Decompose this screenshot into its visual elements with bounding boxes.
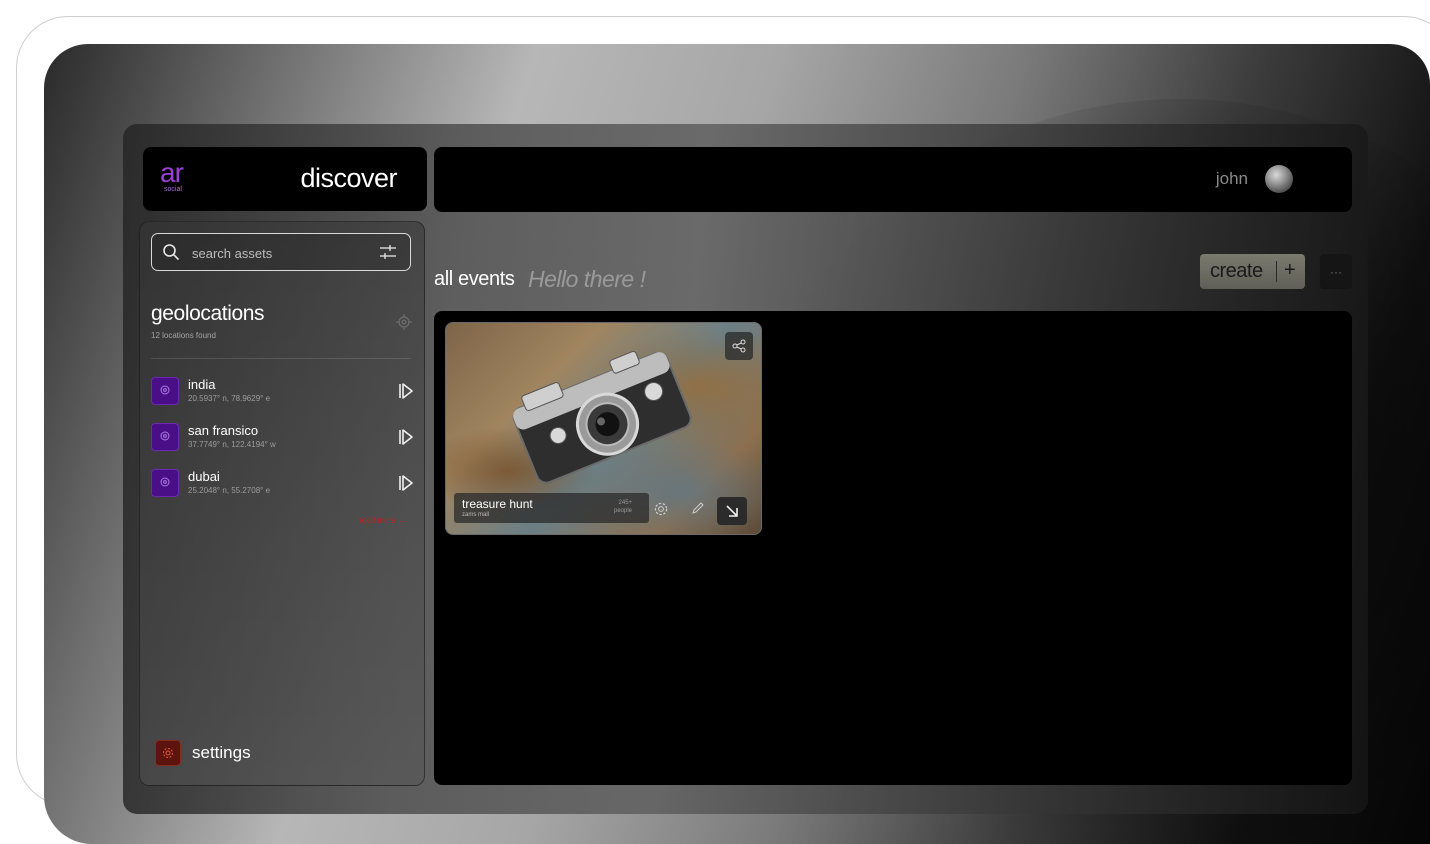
greeting-text: Hello there !	[528, 266, 646, 292]
settings-button[interactable]: settings	[155, 740, 355, 768]
map-pin-icon	[160, 385, 170, 395]
location-coords: 20.5937° n, 78.9629° e	[188, 394, 271, 403]
location-coords: 37.7749° n, 122.4194° w	[188, 440, 276, 449]
open-event-button[interactable]	[717, 497, 747, 525]
load-more-link[interactable]: load more →	[360, 516, 406, 525]
create-button[interactable]: create +	[1200, 254, 1305, 289]
play-icon[interactable]	[398, 382, 414, 400]
events-heading: all events	[434, 268, 515, 290]
event-location: zams mall	[462, 512, 490, 518]
user-name[interactable]: john	[1216, 169, 1248, 189]
play-icon[interactable]	[398, 428, 414, 446]
more-options-button[interactable]: ···	[1320, 254, 1352, 289]
camera-image	[512, 350, 692, 484]
sliders-icon[interactable]	[379, 243, 397, 261]
logo-subtext: social	[164, 186, 182, 193]
location-pin-box	[151, 469, 179, 497]
location-name: india	[188, 377, 216, 392]
avatar[interactable]	[1265, 165, 1293, 193]
share-icon	[732, 339, 746, 353]
search-box[interactable]	[151, 233, 411, 271]
settings-icon-box	[155, 740, 181, 766]
event-info: treasure hunt zams mall 245+ people	[454, 493, 649, 523]
location-item-dubai[interactable]: dubai 25.2048° n, 55.2708° e	[151, 469, 421, 499]
map-pin-icon	[160, 477, 170, 487]
events-grid: treasure hunt zams mall 245+ people	[434, 311, 1352, 785]
geolocations-count: 12 locations found	[151, 331, 216, 340]
plus-icon: +	[1284, 259, 1296, 281]
play-icon[interactable]	[398, 474, 414, 492]
pencil-icon[interactable]	[691, 501, 705, 515]
search-icon	[163, 244, 179, 260]
brand-bar: ar social discover	[143, 147, 427, 211]
location-item-india[interactable]: india 20.5937° n, 78.9629° e	[151, 377, 421, 407]
attendee-count: 245+	[618, 500, 633, 506]
settings-label: settings	[192, 743, 251, 762]
gear-icon	[163, 748, 173, 758]
event-attendees: 245+ people	[614, 499, 632, 515]
location-coords: 25.2048° n, 55.2708° e	[188, 486, 271, 495]
top-bar: john	[434, 147, 1352, 212]
create-label: create	[1210, 260, 1263, 282]
arrow-down-right-icon	[726, 505, 738, 517]
location-pin-box	[151, 377, 179, 405]
search-input[interactable]	[190, 242, 374, 264]
share-button[interactable]	[725, 332, 753, 360]
geolocations-title: geolocations	[151, 302, 265, 325]
divider	[151, 358, 411, 359]
sidebar: geolocations 12 locations found india 20…	[139, 221, 425, 786]
page-title: discover	[300, 163, 397, 193]
app-logo[interactable]: ar social	[160, 157, 200, 197]
create-separator	[1276, 261, 1277, 282]
crosshair-icon[interactable]	[395, 313, 413, 331]
attendee-unit: people	[614, 508, 633, 514]
logo-text: ar	[160, 157, 184, 188]
location-name: dubai	[188, 469, 220, 484]
location-name: san fransico	[188, 423, 259, 438]
event-title: treasure hunt	[462, 497, 533, 511]
event-card[interactable]: treasure hunt zams mall 245+ people	[445, 322, 762, 535]
location-pin-box	[151, 423, 179, 451]
location-item-san-fransico[interactable]: san fransico 37.7749° n, 122.4194° w	[151, 423, 421, 453]
gear-icon[interactable]	[653, 501, 669, 517]
map-pin-icon	[160, 431, 170, 441]
